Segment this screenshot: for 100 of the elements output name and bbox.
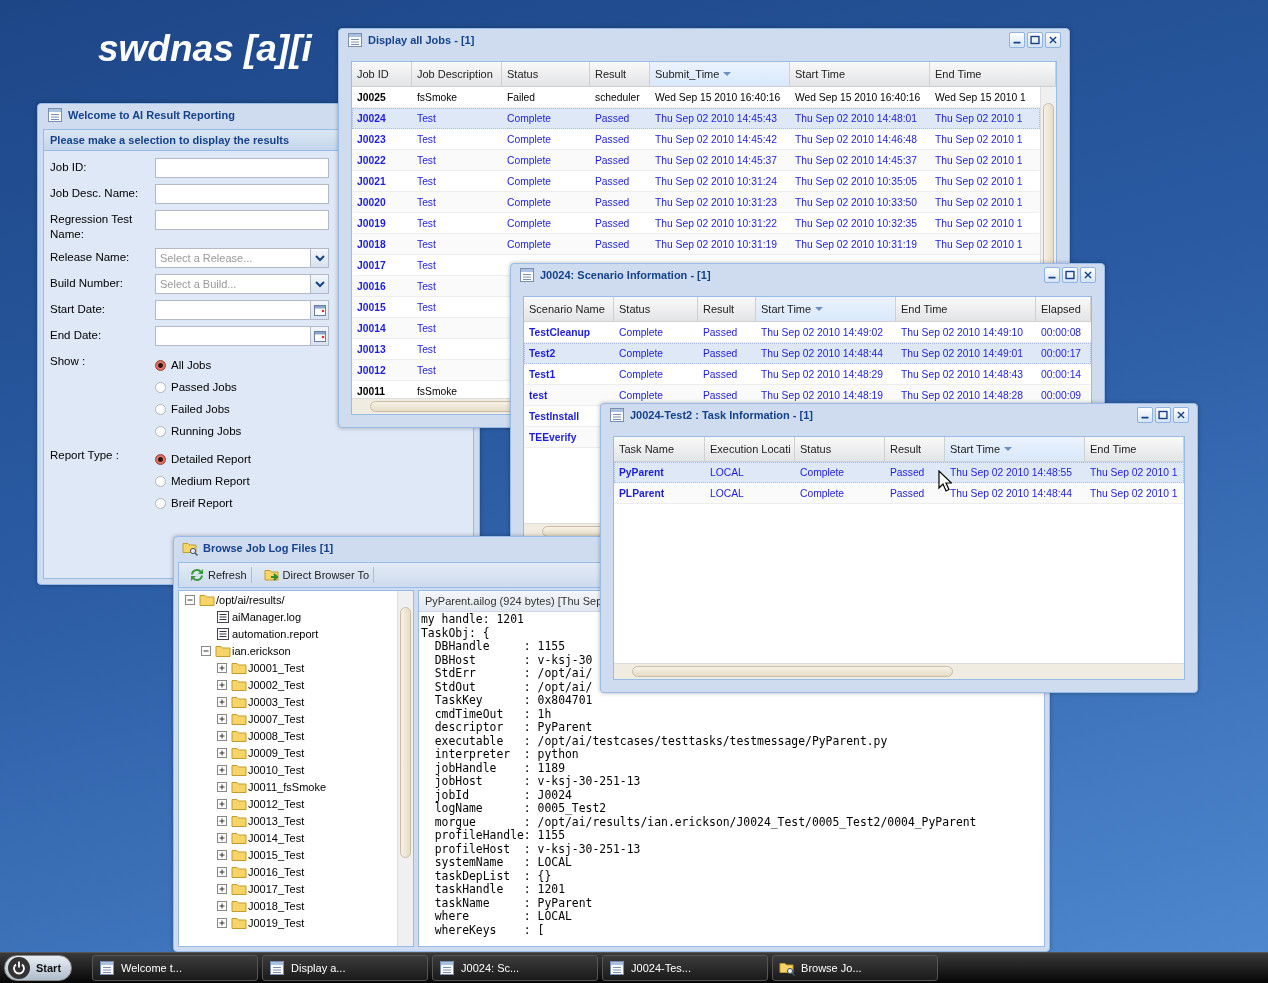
column-header[interactable]: Job Description bbox=[412, 62, 502, 86]
close-button[interactable] bbox=[1045, 32, 1061, 48]
radio-option[interactable]: All Jobs bbox=[155, 356, 329, 374]
column-header[interactable]: Execution Locati bbox=[705, 437, 795, 461]
table-row[interactable]: PyParent LOCAL Complete Passed Thu Sep 02 2010 14:48:55 Thu Sep 02 2010 1 bbox=[614, 462, 1184, 483]
tree-item[interactable]: J0008_Test bbox=[248, 729, 305, 742]
column-header[interactable]: Status bbox=[795, 437, 885, 461]
maximize-button[interactable] bbox=[1027, 32, 1043, 48]
folder-arrow-icon[interactable] bbox=[263, 567, 280, 583]
tree-item[interactable]: /opt/ai/results/ bbox=[216, 593, 285, 606]
taskbar-button[interactable]: Welcome t... bbox=[92, 955, 259, 981]
tree-item[interactable]: J0013_Test bbox=[248, 814, 305, 827]
text-field[interactable] bbox=[155, 158, 329, 178]
radio-button[interactable] bbox=[155, 453, 166, 465]
column-header[interactable]: Start Time bbox=[790, 62, 930, 86]
start-button[interactable]: Start bbox=[4, 955, 73, 981]
column-header[interactable]: Scenario Name bbox=[524, 297, 614, 321]
sort-arrow-icon bbox=[815, 307, 824, 311]
tree-item[interactable]: J0009_Test bbox=[248, 746, 305, 759]
radio-option[interactable]: Breif Report bbox=[155, 494, 329, 512]
column-header[interactable]: Submit_Time bbox=[650, 62, 790, 86]
taskbar-button[interactable]: J0024: Sc... bbox=[432, 955, 599, 981]
tree-item[interactable]: J0016_Test bbox=[248, 865, 305, 878]
radio-button[interactable] bbox=[155, 403, 166, 415]
minimize-button[interactable] bbox=[1137, 407, 1153, 423]
window-icon bbox=[347, 32, 363, 48]
power-icon[interactable] bbox=[11, 960, 27, 976]
column-header[interactable]: Job ID bbox=[352, 62, 412, 86]
horizontal-scrollbar[interactable] bbox=[614, 663, 1184, 679]
date-field[interactable] bbox=[155, 300, 311, 320]
radio-option[interactable]: Failed Jobs bbox=[155, 400, 329, 418]
tree-item[interactable]: J0001_Test bbox=[248, 661, 305, 674]
minimize-button[interactable] bbox=[1009, 32, 1025, 48]
table-row[interactable]: J0020 Test Complete Passed Thu Sep 02 2010 10:31:23 Thu Sep 02 2010 10:33:50 Thu Sep 02 2010 1 bbox=[352, 192, 1040, 213]
maximize-button[interactable] bbox=[1155, 407, 1171, 423]
tree-item[interactable]: aiManager.log bbox=[232, 610, 302, 623]
tree-item[interactable]: J0010_Test bbox=[248, 763, 305, 776]
radio-option[interactable]: Detailed Report bbox=[155, 450, 329, 468]
radio-button[interactable] bbox=[155, 475, 166, 487]
column-header[interactable]: Task Name bbox=[614, 437, 705, 461]
tree-item[interactable]: J0002_Test bbox=[248, 678, 305, 691]
radio-button[interactable] bbox=[155, 359, 166, 371]
close-button[interactable] bbox=[1080, 267, 1096, 283]
text-field[interactable] bbox=[155, 184, 329, 204]
window-icon[interactable] bbox=[439, 960, 456, 976]
taskbar-button[interactable]: Browse Jo... bbox=[772, 955, 939, 981]
table-cell-text: Thu Sep 02 2010 14:48:29 bbox=[760, 369, 884, 380]
close-button[interactable] bbox=[1173, 407, 1189, 423]
window-title: Welcome to AI Result Reporting bbox=[68, 109, 235, 121]
vertical-scrollbar[interactable] bbox=[397, 591, 413, 946]
column-header[interactable]: End Time bbox=[930, 62, 1056, 86]
radio-option[interactable]: Medium Report bbox=[155, 472, 329, 490]
table-row[interactable]: J0018 Test Complete Passed Thu Sep 02 2010 10:31:19 Thu Sep 02 2010 10:31:19 Thu Sep 02 2010 1 bbox=[352, 234, 1040, 255]
tree-item[interactable]: J0007_Test bbox=[248, 712, 305, 725]
table-row[interactable]: J0024 Test Complete Passed Thu Sep 02 2010 14:45:43 Thu Sep 02 2010 14:48:01 Thu Sep 02 2010 1 bbox=[352, 108, 1040, 129]
column-header[interactable]: Status bbox=[614, 297, 698, 321]
tree-item[interactable]: J0015_Test bbox=[248, 848, 305, 861]
table-row[interactable]: J0022 Test Complete Passed Thu Sep 02 2010 14:45:37 Thu Sep 02 2010 14:45:37 Thu Sep 02 2010 1 bbox=[352, 150, 1040, 171]
radio-button[interactable] bbox=[155, 381, 166, 393]
window-icon[interactable] bbox=[99, 960, 116, 976]
tree-item[interactable]: J0014_Test bbox=[248, 831, 305, 844]
direct-browser-button[interactable]: Direct Browser To bbox=[259, 567, 375, 583]
table-cell-text: J0015 bbox=[356, 302, 387, 313]
tree-item[interactable]: ian.erickson bbox=[232, 644, 291, 657]
maximize-button[interactable] bbox=[1062, 267, 1078, 283]
calendar-icon[interactable] bbox=[311, 328, 328, 344]
table-cell-text: J0024 bbox=[356, 113, 387, 124]
taskbar-button[interactable]: Display a... bbox=[262, 955, 429, 981]
window-icon[interactable] bbox=[609, 960, 626, 976]
minimize-button[interactable] bbox=[1044, 267, 1060, 283]
calendar-icon[interactable] bbox=[311, 302, 328, 318]
refresh-button[interactable]: Refresh bbox=[185, 567, 252, 583]
log-line: jobHost : v-ksj-30-251-13 bbox=[433, 775, 641, 789]
radio-button[interactable] bbox=[155, 425, 166, 437]
column-header[interactable]: End Time bbox=[896, 297, 1036, 321]
tree-item[interactable]: J0018_Test bbox=[248, 899, 305, 912]
column-header[interactable]: Start Time bbox=[945, 437, 1085, 461]
tree-item[interactable]: J0017_Test bbox=[248, 882, 305, 895]
tree-item[interactable]: J0011_fsSmoke bbox=[248, 780, 327, 793]
column-header[interactable]: Start Time bbox=[756, 297, 896, 321]
text-field[interactable] bbox=[155, 210, 329, 230]
column-header[interactable]: Elapsed bbox=[1036, 297, 1091, 321]
tree-item[interactable]: J0012_Test bbox=[248, 797, 305, 810]
dropdown-field[interactable]: Select a Release... bbox=[155, 248, 311, 268]
date-field[interactable] bbox=[155, 326, 311, 346]
tree-item[interactable]: automation.report bbox=[232, 627, 319, 640]
folder-search-icon[interactable] bbox=[779, 960, 796, 976]
table-row[interactable]: PLParent LOCAL Complete Passed Thu Sep 02 2010 14:48:44 Thu Sep 02 2010 1 bbox=[614, 483, 1184, 504]
column-header[interactable]: End Time bbox=[1085, 437, 1184, 461]
tree-item[interactable]: J0003_Test bbox=[248, 695, 305, 708]
column-header[interactable]: Status bbox=[502, 62, 590, 86]
refresh-icon[interactable] bbox=[189, 567, 205, 583]
radio-button[interactable] bbox=[155, 497, 166, 509]
radio-option[interactable]: Running Jobs bbox=[155, 422, 329, 440]
window-icon[interactable] bbox=[269, 960, 286, 976]
radio-option[interactable]: Passed Jobs bbox=[155, 378, 329, 396]
dropdown-field[interactable]: Select a Build... bbox=[155, 274, 311, 294]
tree-item[interactable]: J0019_Test bbox=[248, 916, 305, 929]
taskbar-button[interactable]: J0024-Tes... bbox=[602, 955, 769, 981]
table-row[interactable]: Test2 Complete Passed Thu Sep 02 2010 14:48:44 Thu Sep 02 2010 14:49:01 00:00:17 bbox=[524, 343, 1091, 364]
